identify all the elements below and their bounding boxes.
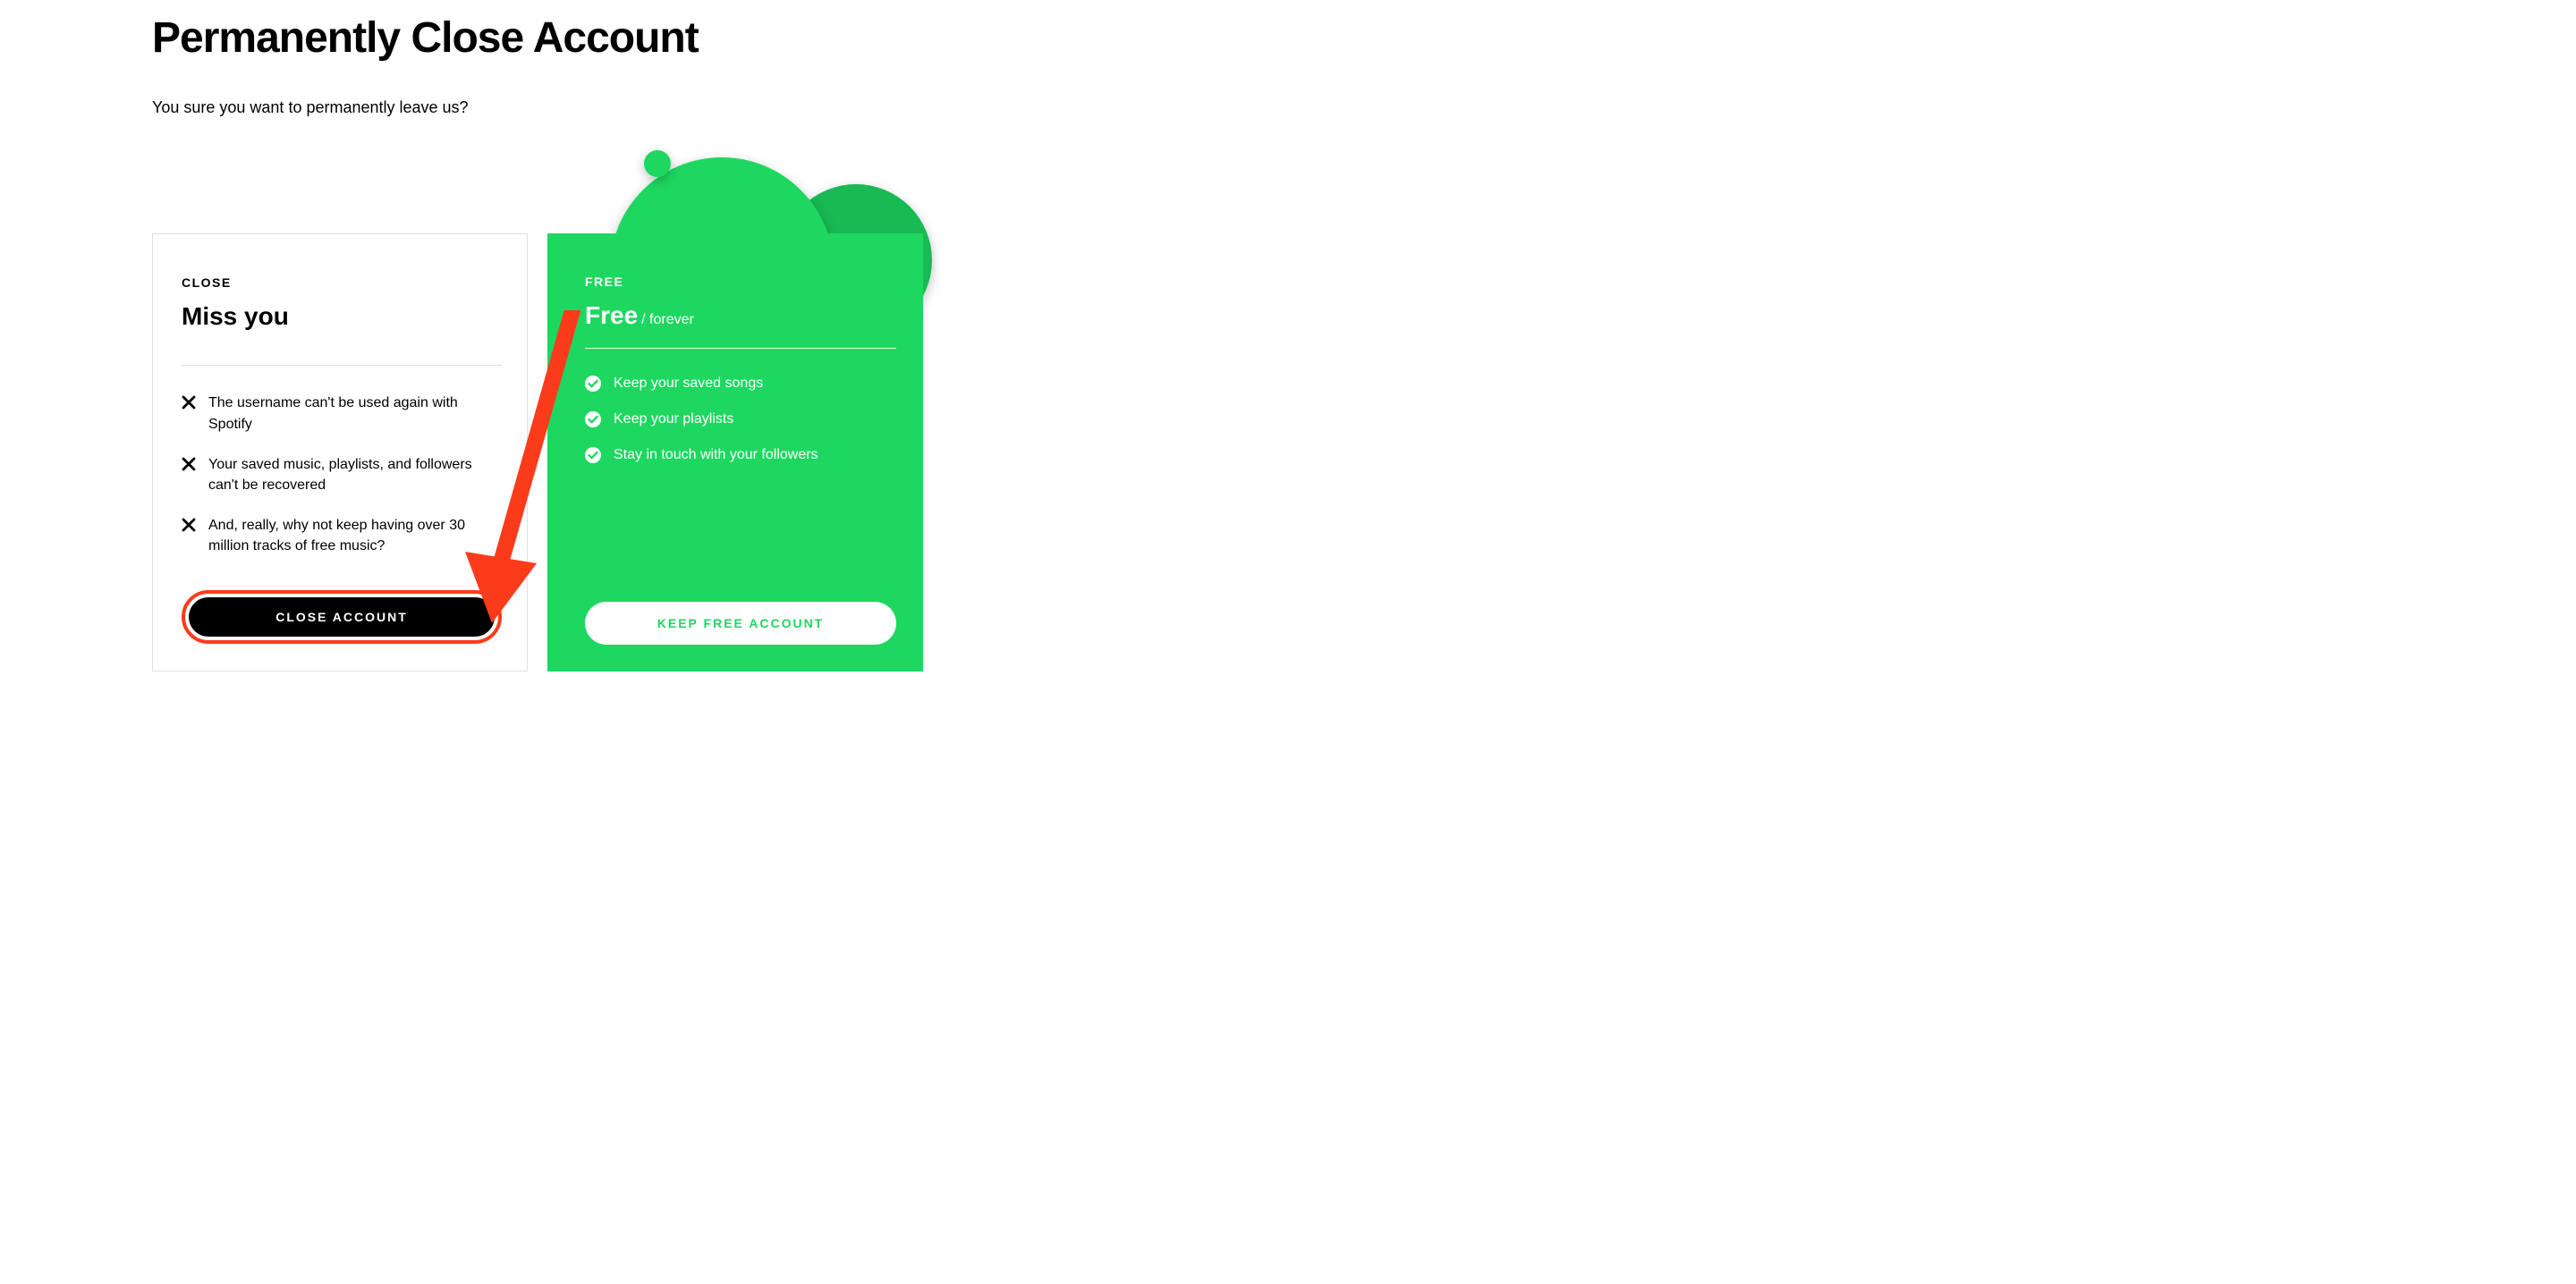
- close-account-page: Permanently Close Account You sure you w…: [0, 0, 1288, 672]
- check-icon: [585, 447, 601, 463]
- list-item: Keep your saved songs: [585, 376, 896, 392]
- list-item-text: Keep your playlists: [614, 411, 733, 427]
- x-icon: [182, 457, 196, 471]
- list-item: And, really, why not keep having over 30…: [182, 515, 502, 556]
- close-card: CLOSE Miss you The username can't be use…: [152, 233, 528, 672]
- list-item: The username can't be used again with Sp…: [182, 393, 502, 434]
- list-item-text: Keep your saved songs: [614, 376, 763, 392]
- close-button-highlight: CLOSE ACCOUNT: [182, 590, 502, 644]
- free-card-title-sub: / forever: [641, 312, 694, 327]
- list-item: Your saved music, playlists, and followe…: [182, 454, 502, 495]
- x-icon: [182, 395, 196, 410]
- list-item-text: Your saved music, playlists, and followe…: [208, 454, 502, 495]
- list-item: Keep your playlists: [585, 411, 896, 427]
- free-card-label: FREE: [585, 275, 896, 289]
- page-subheading: You sure you want to permanently leave u…: [152, 98, 1288, 117]
- list-item: Stay in touch with your followers: [585, 447, 896, 463]
- free-keep-list: Keep your saved songs Keep your playlist…: [585, 376, 896, 463]
- options-cards: CLOSE Miss you The username can't be use…: [152, 233, 1288, 672]
- decorative-bubbles: [547, 148, 923, 274]
- list-item-text: The username can't be used again with Sp…: [208, 393, 502, 434]
- page-title: Permanently Close Account: [152, 16, 1288, 61]
- free-card-title: Free: [585, 301, 638, 330]
- keep-free-account-button[interactable]: KEEP FREE ACCOUNT: [585, 602, 896, 645]
- close-lose-list: The username can't be used again with Sp…: [182, 393, 502, 556]
- divider: [585, 348, 896, 349]
- x-icon: [182, 518, 196, 532]
- check-icon: [585, 411, 601, 427]
- list-item-text: Stay in touch with your followers: [614, 447, 818, 463]
- list-item-text: And, really, why not keep having over 30…: [208, 515, 502, 556]
- divider: [182, 365, 502, 366]
- close-card-label: CLOSE: [182, 275, 502, 290]
- close-card-title: Miss you: [182, 302, 502, 331]
- close-account-button[interactable]: CLOSE ACCOUNT: [189, 597, 495, 637]
- check-icon: [585, 376, 601, 392]
- free-card: FREE Free/ forever Keep your saved songs…: [547, 233, 923, 672]
